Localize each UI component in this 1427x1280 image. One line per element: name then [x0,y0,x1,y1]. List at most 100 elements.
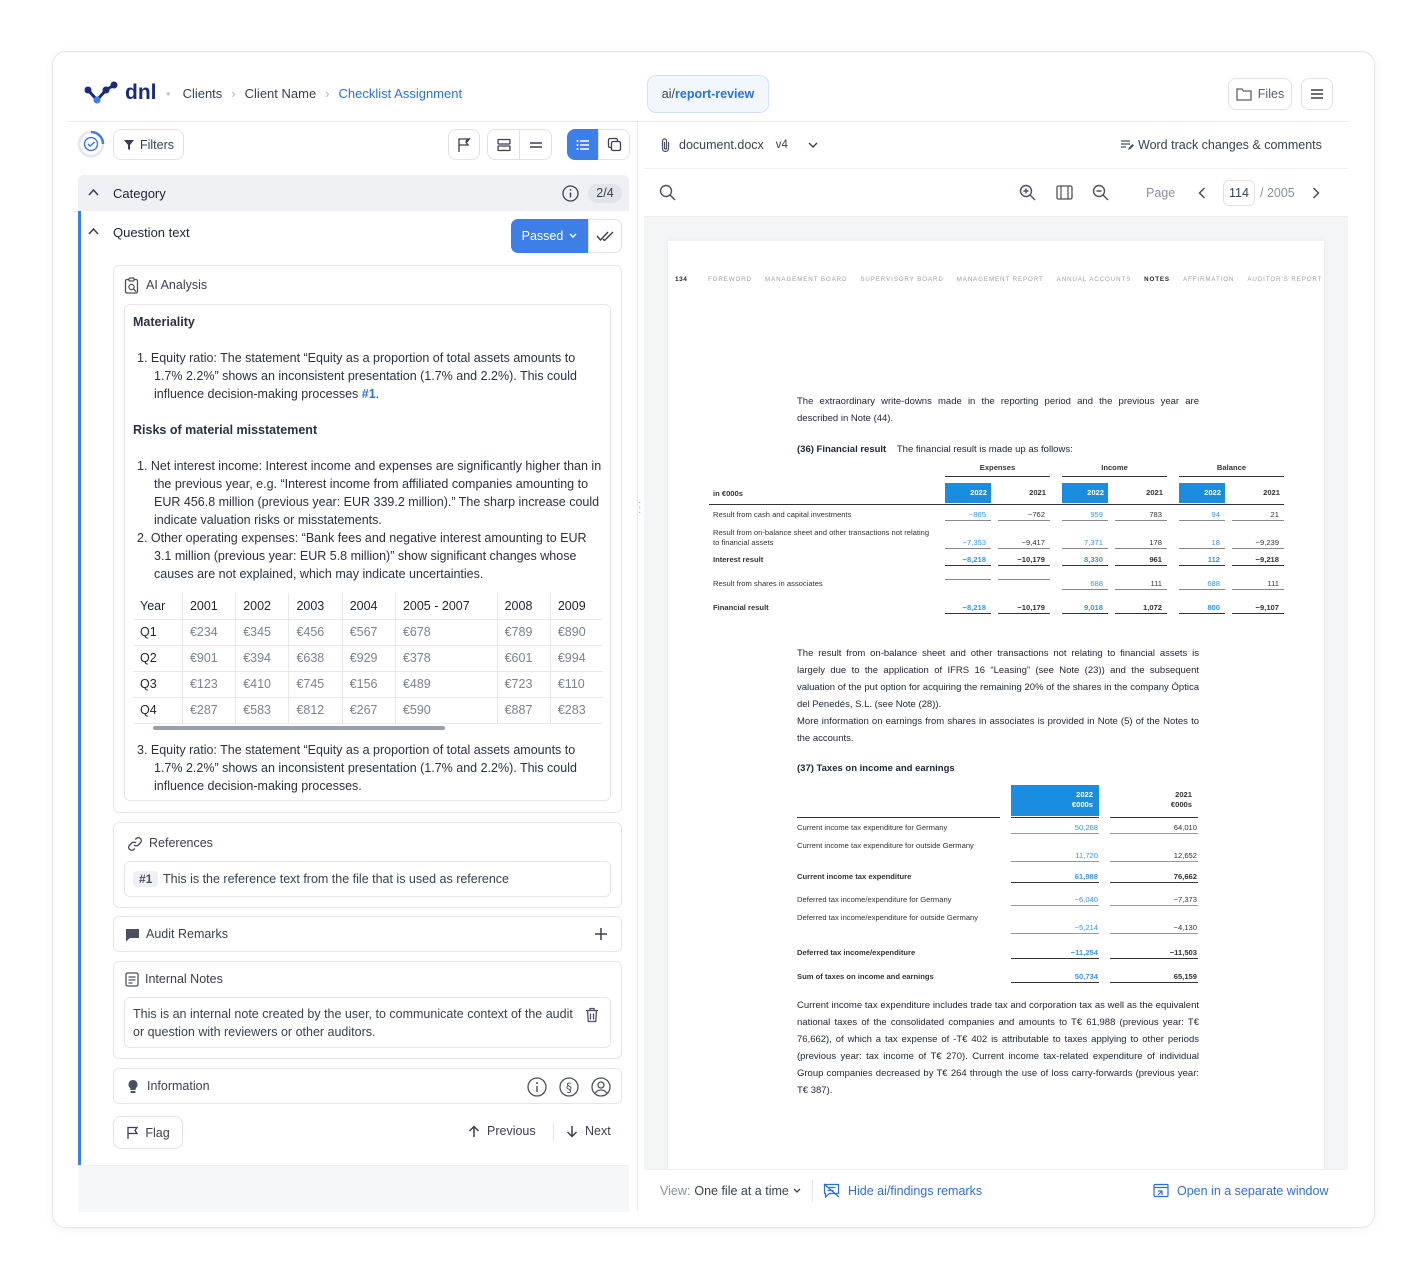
section-sign-icon[interactable]: § [559,1077,579,1097]
table-header-row: Year 2001 2002 2003 2004 2005 - 2007 200… [133,593,603,620]
search-icon[interactable] [659,184,676,201]
chevron-up-icon[interactable] [88,227,99,235]
breadcrumb-client-name[interactable]: Client Name [245,86,317,101]
table-cell: €812 [288,697,343,724]
list-view-button[interactable] [567,129,599,160]
fin-cell: 7,371 [1062,538,1108,549]
progress-check-icon [77,130,105,158]
tax-cell: 12,652 [1110,851,1198,862]
checklist-panel: Category 2/4 Question text Passed AI Ana… [78,175,629,1212]
fin-cell: 94 [1179,510,1225,521]
track-changes-toggle[interactable]: Word track changes & comments [1120,138,1322,152]
fin-sub: The financial result is made up as follo… [896,444,1073,455]
chevron-right-icon: › [231,86,236,101]
view-mode-selector[interactable]: View: One file at a time [660,1184,801,1198]
file-name: document.docx [679,138,764,152]
progress-ring[interactable] [77,130,105,158]
user-circle-icon[interactable] [591,1077,611,1097]
reference-link[interactable]: #1 [362,387,376,401]
document-page[interactable]: 134 FOREWORD MANAGEMENT BOARD SUPERVISOR… [668,241,1324,1170]
chevron-right-icon[interactable] [1312,187,1320,199]
breadcrumb-clients[interactable]: Clients [183,86,223,101]
files-button[interactable]: Files [1228,78,1292,110]
table-cell: €638 [288,645,343,672]
table-cell: €267 [342,697,396,724]
information-card[interactable]: Information § [113,1068,622,1104]
tax-col-head-2021: 2021 €000s [1110,785,1198,816]
tax-cell: 65,159 [1110,972,1198,983]
tax-cell: 64,010 [1110,823,1198,834]
page-number-input[interactable]: 114 [1223,180,1255,206]
zoom-in-icon[interactable] [1019,184,1036,201]
mark-reviewed-button[interactable] [588,219,622,253]
status-dropdown[interactable]: Passed [511,219,588,253]
comment-hide-icon [823,1183,840,1198]
table-cell: Q4 [133,697,183,724]
table-header-cell: 2005 - 2007 [395,593,498,620]
audit-remarks-card[interactable]: Audit Remarks [113,916,622,952]
pane-resize-handle[interactable]: · · · [638,498,642,518]
breadcrumb-checklist[interactable]: Checklist Assignment [339,86,463,101]
tax-col-unit: €000s [1170,800,1192,809]
filters-button[interactable]: Filters [113,129,184,160]
reference-item[interactable]: #1 This is the reference text from the f… [124,861,611,897]
files-label: Files [1257,87,1285,101]
zoom-out-icon[interactable] [1092,184,1109,201]
fin-cell: −9,107 [1232,603,1284,614]
next-button[interactable]: Next [566,1124,611,1138]
plus-icon[interactable] [594,927,608,941]
table-scrollbar[interactable] [153,726,445,730]
flag-filter-button[interactable] [448,129,480,160]
category-label: Category [113,186,166,201]
fin-year-head: 2022 [1062,483,1108,503]
fin-cell: 178 [1115,538,1167,549]
repo-badge[interactable]: ai/report-review [647,75,769,113]
trash-icon[interactable] [585,1007,599,1023]
file-selector[interactable]: document.docx v4 [660,137,818,153]
table-cell: €994 [550,645,603,672]
category-header[interactable]: Category 2/4 [78,175,629,211]
fin-group-label: Balance [1216,463,1247,472]
logo[interactable]: dnl [84,80,157,106]
doc-nav-item: SUPERVISORY BOARD [860,276,944,283]
chevron-left-icon[interactable] [1198,187,1206,199]
info-icon[interactable] [562,185,579,202]
menu-button[interactable] [1301,78,1333,110]
previous-button[interactable]: Previous [468,1124,536,1138]
internal-note-input[interactable]: This is an internal note created by the … [124,997,611,1048]
fin-cell: −9,218 [1232,555,1284,566]
fin-unit: in €000s [713,489,743,498]
expand-view-button[interactable] [487,129,520,160]
copy-icon [607,137,621,152]
external-window-icon [1153,1183,1169,1198]
info-icon[interactable] [527,1077,547,1097]
track-changes-label: Word track changes & comments [1138,138,1322,152]
chevron-up-icon[interactable] [88,188,99,196]
doc-nav: FOREWORD MANAGEMENT BOARD SUPERVISORY BO… [708,276,1322,283]
category-count: 2/4 [588,184,622,203]
table-row: Q3 €123 €410 €745 €156 €489 €723 €110 [133,671,603,698]
document-view-button[interactable] [598,129,630,160]
double-check-icon [596,231,614,241]
fin-year-head: 2022 [1179,483,1225,503]
table-cell: €929 [342,645,396,672]
collapse-view-button[interactable] [519,129,552,160]
tax-row-label: Current income tax expenditure [797,872,912,881]
fit-page-icon[interactable] [1056,185,1073,200]
table-cell: €887 [497,697,551,724]
tax-cell: −4,130 [1110,923,1198,934]
flag-check-icon [458,137,471,152]
fin-cell: −10,179 [998,555,1050,566]
fin-cell: −865 [945,510,991,521]
table-cell: €456 [288,619,343,646]
hide-remarks-button[interactable]: Hide ai/findings remarks [823,1183,982,1198]
tax-row-label: Deferred tax income/expenditure for Germ… [797,895,952,904]
fin-cell: −8,218 [945,555,991,566]
fin-row-label: Result from on-balance sheet and other t… [713,528,930,547]
doc-nav-item: FOREWORD [708,276,752,283]
chevron-down-icon [793,1188,801,1193]
internal-note-text[interactable]: This is an internal note created by the … [133,1005,573,1041]
pane-divider[interactable] [637,121,638,1211]
open-window-button[interactable]: Open in a separate window [1153,1183,1328,1198]
flag-button[interactable]: Flag [113,1116,183,1149]
